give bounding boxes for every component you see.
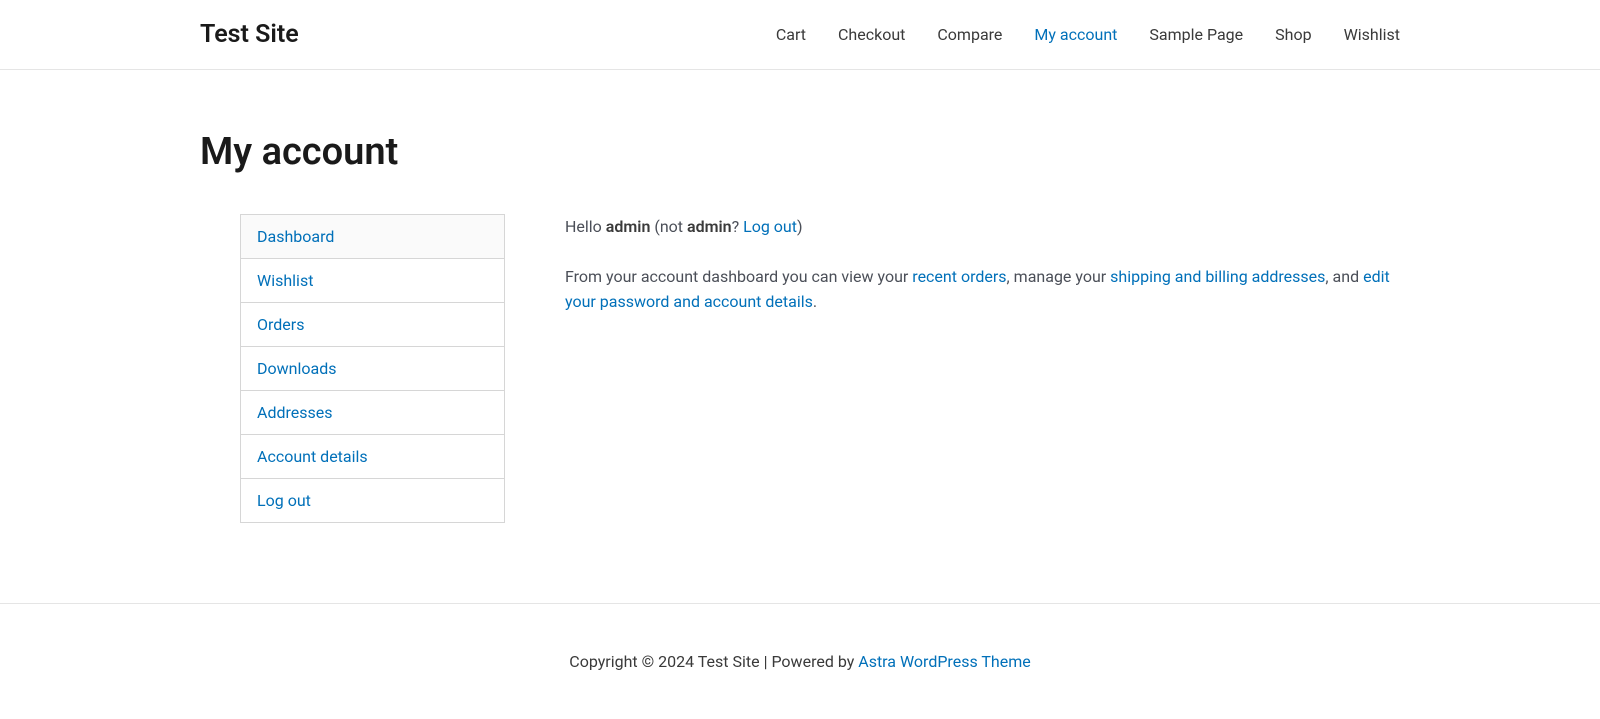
sidebar-item-addresses[interactable]: Addresses — [241, 391, 504, 435]
greeting-username2: admin — [687, 217, 732, 236]
nav-cart[interactable]: Cart — [776, 25, 806, 44]
sidebar-item-dashboard[interactable]: Dashboard — [241, 215, 504, 259]
dash-text-2: , manage your — [1007, 267, 1111, 286]
dashboard-description: From your account dashboard you can view… — [565, 264, 1400, 315]
nav-checkout[interactable]: Checkout — [838, 25, 905, 44]
addresses-link[interactable]: shipping and billing addresses — [1110, 267, 1325, 286]
site-footer: Copyright © 2024 Test Site | Powered by … — [0, 604, 1600, 719]
site-header: Test Site Cart Checkout Compare My accou… — [0, 0, 1600, 70]
nav-wishlist[interactable]: Wishlist — [1344, 25, 1400, 44]
nav-compare[interactable]: Compare — [937, 25, 1002, 44]
recent-orders-link[interactable]: recent orders — [912, 267, 1006, 286]
greeting-hello: Hello — [565, 217, 606, 236]
footer-theme-link[interactable]: Astra WordPress Theme — [858, 652, 1030, 671]
logout-link[interactable]: Log out — [743, 217, 797, 236]
account-sidebar: Dashboard Wishlist Orders Downloads Addr… — [240, 214, 505, 523]
greeting-username: admin — [606, 217, 651, 236]
site-title[interactable]: Test Site — [200, 20, 299, 49]
footer-text: Copyright © 2024 Test Site | Powered by — [569, 652, 858, 671]
account-content: Dashboard Wishlist Orders Downloads Addr… — [200, 214, 1400, 523]
sidebar-item-logout[interactable]: Log out — [241, 479, 504, 522]
greeting-text: Hello admin (not admin? Log out) — [565, 214, 1400, 240]
primary-nav: Cart Checkout Compare My account Sample … — [776, 25, 1400, 44]
sidebar-item-account-details[interactable]: Account details — [241, 435, 504, 479]
greeting-close: ) — [797, 217, 803, 236]
dash-text-4: . — [813, 292, 817, 311]
greeting-not-open: (not — [650, 217, 687, 236]
dash-text-3: , and — [1325, 267, 1363, 286]
sidebar-item-downloads[interactable]: Downloads — [241, 347, 504, 391]
dashboard-content: Hello admin (not admin? Log out) From yo… — [565, 214, 1400, 339]
page-title: My account — [200, 130, 1400, 174]
nav-my-account[interactable]: My account — [1034, 25, 1117, 44]
sidebar-item-wishlist[interactable]: Wishlist — [241, 259, 504, 303]
nav-sample-page[interactable]: Sample Page — [1149, 25, 1243, 44]
greeting-question: ? — [732, 217, 744, 236]
sidebar-item-orders[interactable]: Orders — [241, 303, 504, 347]
nav-shop[interactable]: Shop — [1275, 25, 1311, 44]
dash-text-1: From your account dashboard you can view… — [565, 267, 912, 286]
